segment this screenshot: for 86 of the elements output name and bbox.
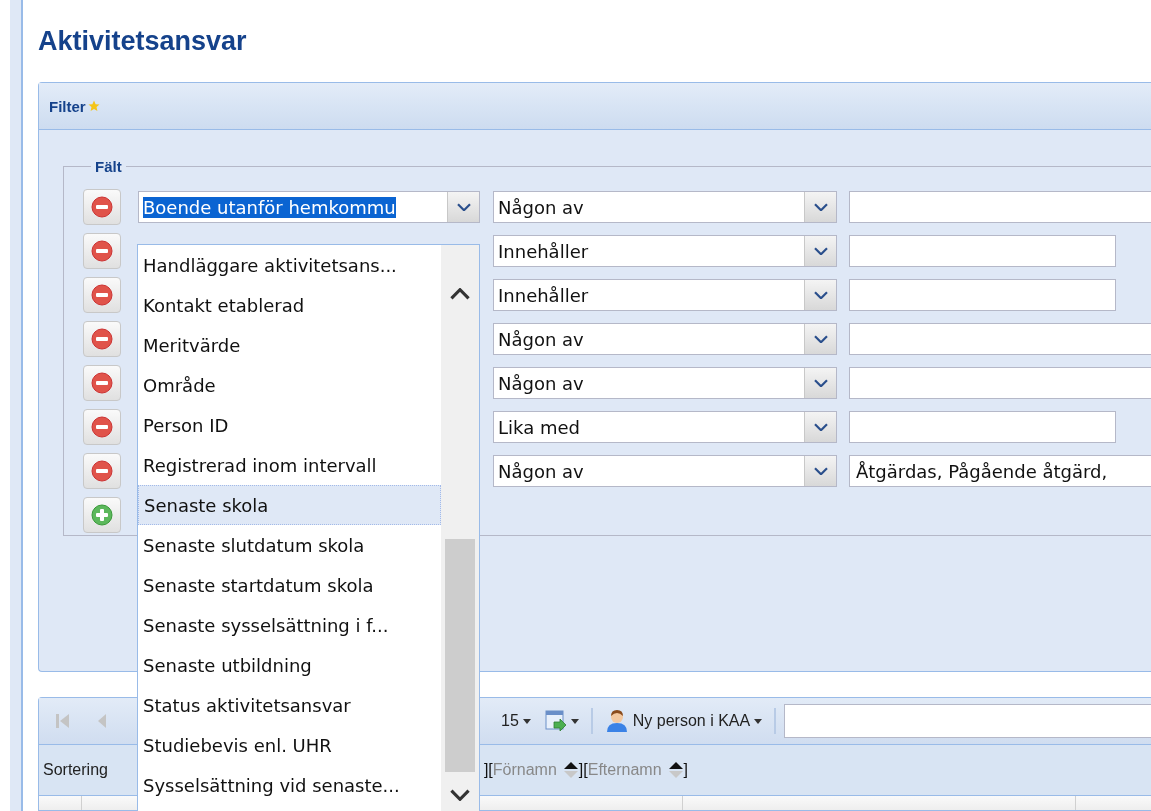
scroll-down-icon [450, 789, 470, 801]
remove-button[interactable] [83, 453, 121, 489]
add-icon [91, 504, 113, 526]
value-field[interactable] [849, 279, 1116, 311]
panel-title: Filter [49, 97, 86, 115]
list-item[interactable]: Senaste utbildning [138, 645, 441, 685]
chevron-down-icon [813, 334, 828, 344]
dropdown-trigger[interactable] [804, 192, 836, 222]
chevron-down-icon [813, 202, 828, 212]
chevron-down-icon [813, 246, 828, 256]
person-icon [604, 709, 629, 733]
remove-icon [91, 372, 113, 394]
remove-button[interactable] [83, 365, 121, 401]
chevron-down-icon [813, 466, 828, 476]
sort-icon [562, 761, 579, 779]
list-item[interactable]: Handläggare aktivitetsans... [138, 245, 441, 285]
value-field[interactable] [849, 323, 1151, 355]
bracket-text: ][ [483, 761, 493, 779]
combo-text: Boende utanför hemkommu [143, 196, 396, 218]
chevron-down-icon [456, 202, 471, 212]
fieldset-legend: Fält [91, 158, 126, 175]
operator-combo[interactable]: Lika med [493, 411, 837, 443]
dropdown-trigger[interactable] [447, 192, 479, 222]
dropdown-trigger[interactable] [804, 280, 836, 310]
list-item[interactable]: Senaste slutdatum skola [138, 525, 441, 565]
list-item[interactable]: Status aktivitetsansvar [138, 685, 441, 725]
add-button[interactable] [83, 497, 121, 533]
operator-combo[interactable]: Någon av [493, 367, 837, 399]
value-field[interactable] [849, 411, 1116, 443]
scroll-up-icon [450, 288, 470, 300]
remove-icon [91, 284, 113, 306]
bracket-text: ] [683, 761, 688, 779]
star-icon [87, 100, 100, 112]
list-item[interactable]: Område [138, 365, 441, 405]
list-item[interactable]: Senaste sysselsättning i f... [138, 605, 441, 645]
first-page-icon [55, 712, 71, 730]
value-field[interactable] [849, 235, 1116, 267]
list-item[interactable]: Person ID [138, 405, 441, 445]
operator-combo[interactable]: Någon av [493, 455, 837, 487]
caret-icon [570, 718, 579, 724]
new-person-button[interactable]: Ny person i KAA [600, 705, 767, 737]
dropdown-trigger[interactable] [804, 368, 836, 398]
list-item[interactable]: Studiebevis enl. UHR [138, 725, 441, 765]
list-item[interactable]: Sysselsättning vid senaste... [138, 765, 441, 805]
list-item[interactable]: Senaste startdatum skola [138, 565, 441, 605]
list-item[interactable]: Senaste skola [138, 485, 441, 525]
chevron-down-icon [813, 422, 828, 432]
bracket-text: ][ [578, 761, 588, 779]
list-item[interactable]: Kontakt etablerad [138, 285, 441, 325]
remove-button[interactable] [83, 277, 121, 313]
scrollbar[interactable] [441, 245, 479, 811]
dropdown-trigger[interactable] [804, 456, 836, 486]
remove-button[interactable] [83, 409, 121, 445]
operator-combo[interactable]: Någon av [493, 323, 837, 355]
sort-label: Sortering [43, 761, 108, 779]
operator-combo[interactable]: Någon av [493, 191, 837, 223]
remove-icon [91, 196, 113, 218]
remove-icon [91, 328, 113, 350]
value-field[interactable] [849, 191, 1151, 223]
remove-icon [91, 240, 113, 262]
chevron-down-icon [813, 290, 828, 300]
previous-icon [97, 712, 107, 730]
remove-icon [91, 460, 113, 482]
field-combo[interactable]: Boende utanför hemkommu [138, 191, 480, 223]
operator-combo[interactable]: Innehåller [493, 235, 837, 267]
sort-icon [667, 761, 684, 779]
page-title: Aktivitetsansvar [38, 26, 248, 58]
remove-button[interactable] [83, 233, 121, 269]
page-size-button[interactable]: 15 [497, 705, 535, 737]
chevron-down-icon [813, 378, 828, 388]
caret-icon [522, 718, 531, 724]
list-item[interactable]: Registrerad inom intervall [138, 445, 441, 485]
operator-combo[interactable]: Innehåller [493, 279, 837, 311]
dropdown-trigger[interactable] [804, 324, 836, 354]
list-item[interactable]: Meritvärde [138, 325, 441, 365]
dropdown-trigger[interactable] [804, 236, 836, 266]
caret-icon [754, 718, 763, 724]
remove-button[interactable] [83, 189, 121, 225]
dropdown-trigger[interactable] [804, 412, 836, 442]
remove-button[interactable] [83, 321, 121, 357]
spreadsheet-export-icon [544, 710, 567, 732]
remove-icon [91, 416, 113, 438]
value-field[interactable] [849, 367, 1151, 399]
search-field[interactable] [784, 704, 1151, 738]
scroll-thumb[interactable] [445, 539, 475, 772]
value-field[interactable]: Åtgärdas, Pågående åtgärd, [849, 455, 1151, 487]
